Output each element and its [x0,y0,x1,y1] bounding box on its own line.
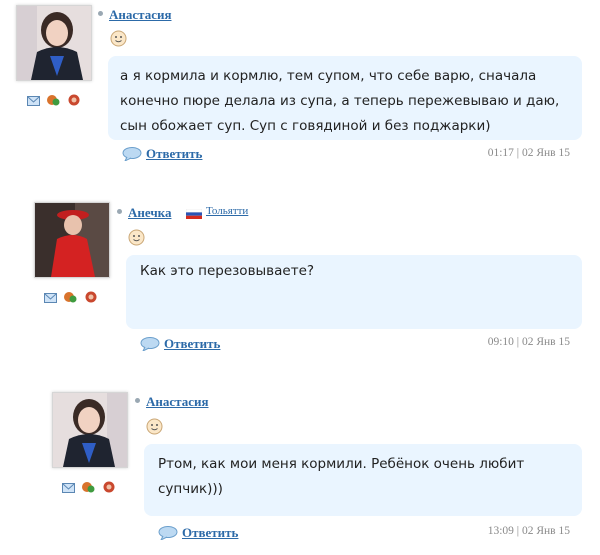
comment-date: 02 Янв 15 [521,147,570,159]
comment-text: Ртом, как мои меня кормили. Ребёнок очен… [144,444,582,516]
add-friend-icon[interactable] [46,93,60,111]
comment-date: 02 Янв 15 [521,336,570,348]
online-dot [98,11,103,16]
reply-bubble-icon [122,147,142,161]
user-action-icons [27,93,83,106]
avatar[interactable] [34,202,110,278]
reply-bubble-icon [140,337,160,351]
user-city[interactable]: Тольятти [206,205,248,217]
comment-text: Как это перезовываете? [126,255,582,329]
author-name[interactable]: Анечка [128,205,171,221]
meta-separator: | [516,336,520,348]
smiley-icon [110,30,127,47]
comment-time: 13:09 [487,525,514,537]
comment-timestamp: 13:09 | 02 Янв 15 [488,525,570,537]
avatar[interactable] [52,392,128,468]
gift-icon[interactable] [67,93,81,111]
author-name[interactable]: Анастасия [146,394,209,410]
comment-timestamp: 09:10 | 02 Янв 15 [488,336,570,348]
comment-date: 02 Янв 15 [521,525,570,537]
online-dot [135,398,140,403]
smiley-icon [128,229,145,246]
mail-icon[interactable] [27,93,40,111]
comment-text: а я кормила и кормлю, тем супом, что себ… [108,56,582,140]
add-friend-icon[interactable] [81,480,95,498]
avatar[interactable] [16,5,92,81]
reply-bubble-icon [158,526,178,540]
comment-timestamp: 01:17 | 02 Янв 15 [488,147,570,159]
online-dot [117,209,122,214]
mail-icon[interactable] [44,290,57,308]
gift-icon[interactable] [84,290,98,308]
author-name[interactable]: Анастасия [109,7,172,23]
mail-icon[interactable] [62,480,75,498]
gift-icon[interactable] [102,480,116,498]
reply-link[interactable]: Ответить [146,146,202,162]
user-action-icons [44,290,100,303]
reply-link[interactable]: Ответить [182,525,238,541]
comment-time: 01:17 [487,147,514,159]
user-action-icons [62,480,118,493]
russia-flag-icon [186,209,202,219]
meta-separator: | [516,525,520,537]
comment-time: 09:10 [487,336,514,348]
smiley-icon [146,418,163,435]
meta-separator: | [516,147,520,159]
add-friend-icon[interactable] [63,290,77,308]
reply-link[interactable]: Ответить [164,336,220,352]
